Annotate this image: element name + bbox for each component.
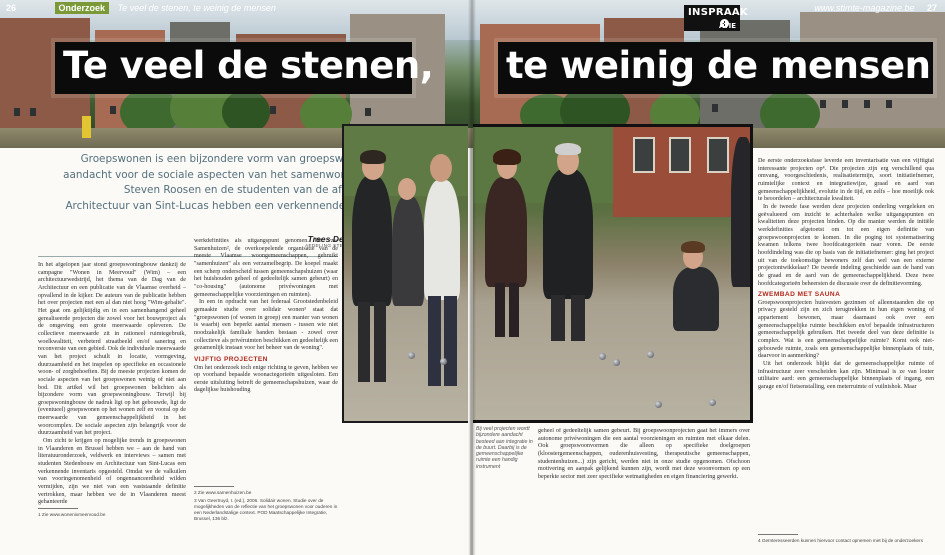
person-hair (681, 241, 705, 253)
petanque-ball (655, 401, 662, 408)
petanque-ball (408, 352, 415, 359)
paragraph: Groepswoonprojecten huisvesten gezinnen … (758, 299, 934, 360)
petanque-ball (709, 399, 716, 406)
body-column-4: De eerste onderzoeksfase leverde een inv… (758, 158, 934, 518)
person-hair (360, 150, 386, 164)
footnote-rule (38, 508, 78, 509)
website-url: www.stimte-magazine.be (814, 3, 915, 13)
person-hair (493, 149, 521, 165)
paragraph: De eerste onderzoeksfase leverde een inv… (758, 158, 934, 203)
person (392, 196, 424, 306)
window (707, 137, 729, 173)
body-column-3: geheel of gedeeltelijk samen gebeurt. Bi… (538, 428, 750, 518)
footnote-rule (758, 534, 798, 535)
footnote: 3 Van Geertruyd, I. (ed.), 2006. Solidai… (194, 498, 338, 521)
title-text: te weinig de mensen (506, 44, 931, 87)
running-header-left: 26 Onderzoek Te veel de stenen, te weini… (6, 2, 276, 17)
subheading: VIJFTIG PROJECTEN (194, 355, 268, 363)
paragraph: In het afgelopen jaar stond groepswoning… (38, 262, 186, 437)
photo-petanque-left (342, 124, 468, 423)
petanque-ball (599, 353, 606, 360)
leg (358, 302, 370, 382)
paragraph: werkdefinities als uitgangspunt genomen.… (194, 238, 338, 298)
window (30, 108, 36, 116)
window (712, 104, 718, 112)
paragraph: geheel of gedeeltelijk samen gebeurt. Bi… (538, 428, 750, 480)
section-label: Onderzoek (54, 2, 110, 14)
window (886, 100, 892, 108)
footnote: 2 Zie www.samenhuizen.be (194, 490, 252, 495)
page-number: 27 (926, 3, 937, 13)
paragraph: In een in opdracht van het federaal Groo… (194, 299, 338, 352)
person (424, 180, 460, 300)
leg (509, 283, 519, 337)
footnote: 4 Geïnteresseerden kunnen hiervoor conta… (758, 538, 923, 543)
title-part-left: Te veel de stenen, (55, 42, 434, 94)
window (365, 108, 371, 116)
footnote: 1 Zie www.wonenixmeervoud.be (38, 512, 106, 517)
person-head (430, 154, 452, 182)
window (864, 100, 870, 108)
paragraph: In de tweede fase werden deze projecten … (758, 203, 934, 287)
window (14, 108, 20, 116)
paragraph: Uit het onderzoek blijkt dat de gemeensc… (758, 361, 934, 391)
running-title: Te veel de stenen, te weinig de mensen (117, 3, 276, 13)
petanque-ball (613, 359, 620, 366)
window (820, 100, 826, 108)
paragraph: Om het onderzoek toch enige richting te … (194, 364, 338, 394)
person-edge (731, 137, 750, 287)
title-text: Te veel de stenen, (63, 44, 434, 87)
leg (551, 295, 565, 341)
window (110, 106, 116, 114)
page-gutter (468, 0, 476, 555)
logo-text-2: ATIE (718, 22, 736, 30)
body-column-1: In het afgelopen jaar stond groepswoning… (38, 262, 186, 508)
paragraph: Om zicht te krijgen op mogelijke trends … (38, 438, 186, 506)
title-part-right: te weinig de mensen (498, 42, 933, 94)
yellow-flag (82, 116, 91, 138)
leg (444, 296, 457, 386)
window (669, 137, 691, 173)
child-crouching (673, 267, 719, 331)
subheading: ZWEMBAD MET SAUNA (758, 291, 841, 299)
body-column-2: werkdefinities als uitgangspunt genomen.… (194, 238, 338, 508)
person-head (398, 178, 416, 200)
leg (495, 283, 505, 337)
window (270, 106, 276, 114)
leg (374, 302, 386, 382)
footnote-rule (194, 486, 234, 487)
petanque-ball (647, 351, 654, 358)
logo-text: INSPRAAK (688, 7, 748, 18)
running-header-right: www.stimte-magazine.be 27 (814, 3, 937, 17)
photo-caption: Bij veel projecten wordt bijzondere aand… (476, 426, 533, 470)
inspraak-logo: INSPRAAK + ATIE (684, 5, 748, 31)
magazine-spread: 26 Onderzoek Te veel de stenen, te weini… (0, 0, 945, 555)
window (633, 137, 655, 173)
leg (571, 295, 585, 341)
person (485, 177, 527, 287)
person-hair (555, 143, 581, 155)
page-number: 26 (6, 3, 17, 13)
photo-petanque-right (473, 124, 753, 423)
petanque-ball (440, 358, 447, 365)
window (842, 100, 848, 108)
person (543, 169, 593, 299)
leg (428, 296, 441, 386)
person (352, 176, 392, 306)
